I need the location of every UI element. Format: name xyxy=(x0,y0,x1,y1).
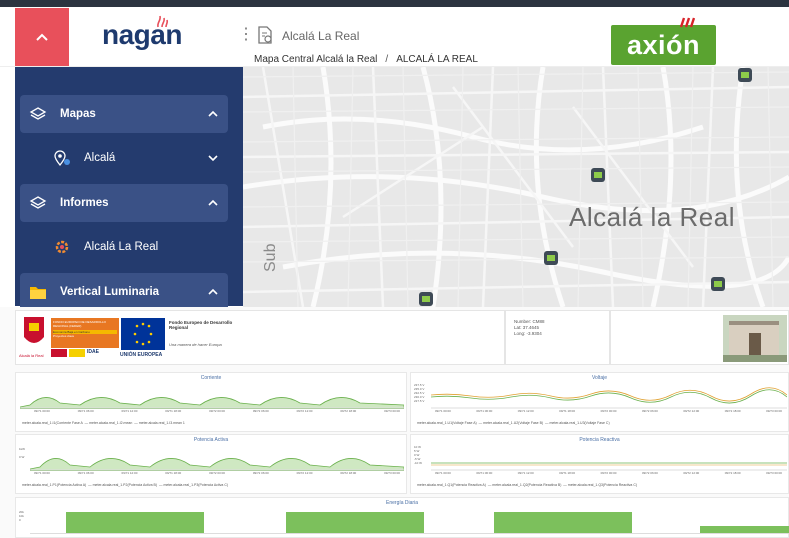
chart-potencia-activa: Potencia Activa 1kW 0 W 09/71 00:00 09/71 … xyxy=(15,434,407,494)
y-axis-ticks: 10 W5 W0 W -5 W -10 W xyxy=(414,445,423,465)
voltaje-plot xyxy=(431,387,787,409)
potencia-reactiva-plot xyxy=(431,462,787,471)
map-streets xyxy=(243,67,789,307)
meter-info-panel: Number: CM88 Lat: 37.4645 Long: -3.9304 xyxy=(505,310,610,365)
town-label: Alcalá la Real xyxy=(19,353,44,358)
chart-potencia-reactiva: Potencia Reactiva 10 W5 W0 W -5 W -10 W 09… xyxy=(410,434,789,494)
flame-icon xyxy=(157,15,169,28)
sidebar-item-vertical-luminaria[interactable]: Vertical Luminaria xyxy=(20,273,228,311)
axion-logo: axión xyxy=(611,25,716,65)
x-axis-ticks: 09/71 00:00 09/71 06:00 09/71 12:00 09/71 1… xyxy=(34,409,400,413)
eu-label: UNIÓN EUROPEA xyxy=(120,352,163,358)
chart-legend: meter.alcala.real_1.I1(Corriente Fase A … xyxy=(22,421,185,425)
chart-title: Voltaje xyxy=(591,375,607,381)
sidebar-item-label: Informes xyxy=(60,197,109,209)
sidebar-item-label: Vertical Luminaria xyxy=(60,286,160,298)
meter-marker-icon[interactable] xyxy=(737,67,753,83)
sidebar-item-informes[interactable]: Informes xyxy=(20,184,228,222)
sidebar-item-label: Alcalá La Real xyxy=(84,241,159,253)
collapse-sidebar-button[interactable] xyxy=(15,8,69,66)
x-axis-ticks: 09/71 00:00 09/71 06:00 09/71 12:00 09/71 1… xyxy=(34,471,400,475)
potencia-activa-plot xyxy=(30,458,404,471)
eu-flag-icon xyxy=(121,318,165,350)
gear-report-icon xyxy=(52,237,72,257)
layers-icon xyxy=(28,193,48,213)
map-city-label: Alcalá la Real xyxy=(569,202,735,232)
eu-fund-motto: Una manera de hacer Europa xyxy=(169,342,222,347)
substation-photo xyxy=(723,315,787,362)
chevron-up-icon xyxy=(208,110,218,117)
chart-legend: meter.alcala.real_1.Q1(Potencia Reactiva… xyxy=(417,483,638,487)
y-axis-ticks: 1kW 0 W xyxy=(19,447,25,459)
meter-photo-panel xyxy=(610,310,789,365)
chart-title: Energía Diaria xyxy=(386,500,418,506)
meter-long: Long: -3.9304 xyxy=(514,331,542,336)
chart-legend: meter.alcala.real_1.U1(Voltaje Fase A) —… xyxy=(417,421,610,425)
sidebar-item-label: Alcalá xyxy=(84,152,116,164)
meter-marker-icon[interactable] xyxy=(710,276,726,292)
feder-box: FONDO EUROPEO DE DESARROLLO REGIONAL (FE… xyxy=(51,318,119,348)
chart-energia-diaria: Energía Diaria 20k 10k 0 xyxy=(15,497,789,538)
layers-icon xyxy=(28,104,48,124)
chevron-up-icon xyxy=(208,288,218,295)
chart-corriente: Corriente 09/71 00:00 09/71 06:00 09/71 12… xyxy=(15,372,407,432)
eu-fund-title: Fondo Europeo de Desarrollo Regional xyxy=(169,320,233,330)
app-header: nagan ⋮ Alcalá La Real Mapa Central Alca… xyxy=(0,7,789,67)
chart-title: Potencia Reactiva xyxy=(579,437,620,443)
meter-marker-icon[interactable] xyxy=(543,250,559,266)
funding-logos-panel: Alcalá la Real FONDO EUROPEO DE DESARROL… xyxy=(15,310,505,365)
energia-diaria-plot xyxy=(30,512,789,534)
sidebar-item-alcala[interactable]: Alcalá xyxy=(20,139,228,177)
chart-voltaje: Voltaje 237.5 V 235.0 V 232.5 V 230.0 V 227.… xyxy=(410,372,789,432)
folder-icon xyxy=(28,282,48,302)
x-axis-ticks: 09/71 00:00 09/71 06:00 09/71 12:00 09/71 1… xyxy=(435,409,782,413)
sidebar-item-alcala-la-real[interactable]: Alcalá La Real xyxy=(20,228,228,266)
chevron-up-icon xyxy=(208,199,218,206)
nagan-logo[interactable]: nagan xyxy=(102,19,182,51)
meter-marker-icon[interactable] xyxy=(590,167,606,183)
meter-marker-icon[interactable] xyxy=(418,291,434,307)
breadcrumb-link[interactable]: Mapa Central Alcalá la Real xyxy=(254,54,377,65)
sidebar-item-label: Mapas xyxy=(60,108,96,120)
ministry-logos: IDAE xyxy=(51,349,117,357)
chart-legend: meter.alcala.real_1.P1(Potencia Activa A… xyxy=(22,483,229,487)
map-pin-icon xyxy=(52,148,72,168)
document-settings-icon xyxy=(258,26,272,44)
breadcrumb: Mapa Central Alcalá la Real / ALCALÁ LA RE… xyxy=(254,54,478,65)
x-axis-ticks: 09/71 00:00 09/71 06:00 09/71 12:00 09/71 1… xyxy=(435,471,782,475)
chevron-up-icon xyxy=(36,33,48,41)
city-map[interactable] xyxy=(243,67,789,307)
y-axis-ticks: 237.5 V 235.0 V 232.5 V 230.0 V 227.5 V xyxy=(414,383,425,403)
sidebar-item-mapas[interactable]: Mapas xyxy=(20,95,228,133)
chart-title: Potencia Activa xyxy=(193,437,229,443)
axion-accent-icon xyxy=(679,17,695,28)
map-road-label: Sub xyxy=(262,243,279,272)
y-axis-ticks: 20k 10k 0 xyxy=(19,510,24,522)
sidebar: Mapas Alcalá Informes Alcalá La Real Ver… xyxy=(15,67,243,311)
window-top-strip xyxy=(0,0,789,7)
chart-title: Corriente xyxy=(200,375,222,381)
town-crest-icon xyxy=(24,317,44,343)
breadcrumb-current: ALCALÁ LA REAL xyxy=(396,54,478,65)
page-title: Alcalá La Real xyxy=(282,29,360,43)
more-options-icon[interactable]: ⋮ xyxy=(238,27,254,43)
corriente-plot xyxy=(20,397,404,409)
chevron-down-icon xyxy=(208,155,218,162)
